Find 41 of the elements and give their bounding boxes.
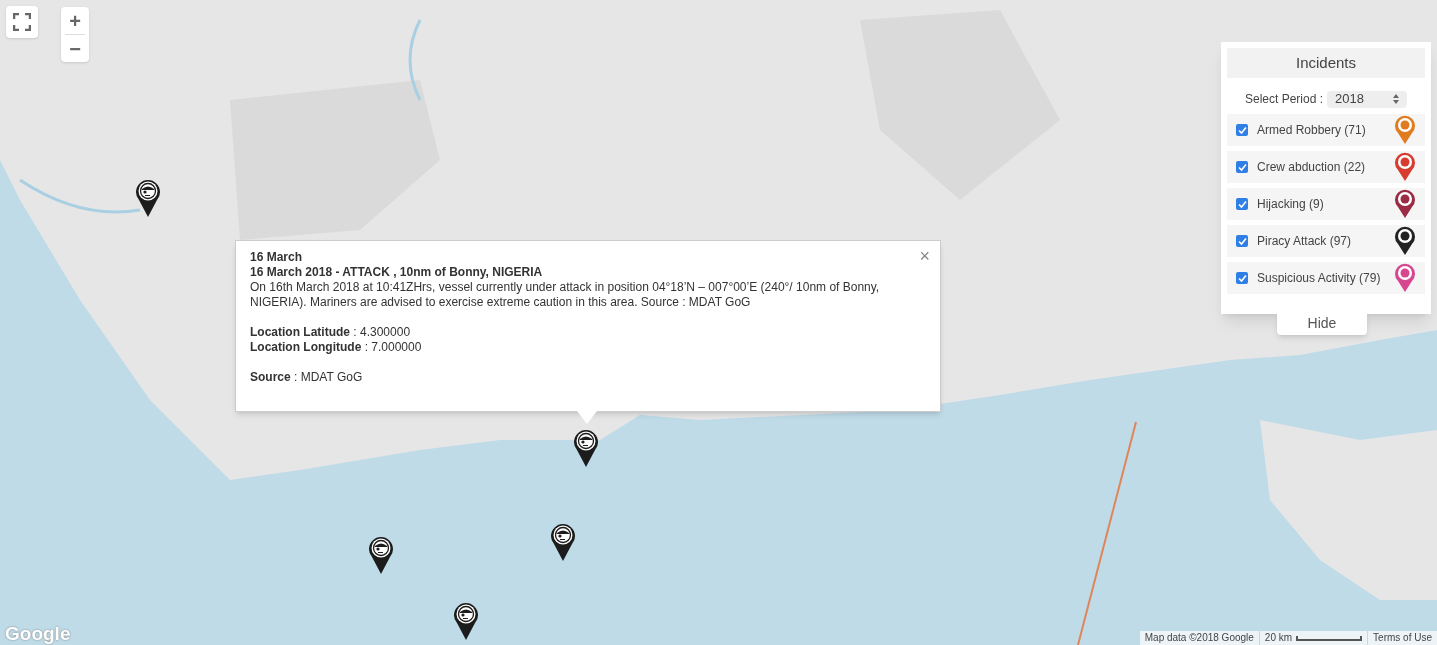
incident-type-row[interactable]: Suspicious Activity (79) <box>1227 262 1425 294</box>
checkbox[interactable] <box>1236 198 1248 210</box>
hide-button[interactable]: Hide <box>1277 312 1367 335</box>
incident-type-label: Hijacking (9) <box>1257 196 1325 213</box>
incident-type-row[interactable]: Piracy Attack (97) <box>1227 225 1425 257</box>
period-select[interactable]: 2018 <box>1327 90 1407 108</box>
zoom-out-button[interactable]: − <box>61 35 89 62</box>
fullscreen-icon <box>13 13 31 31</box>
popup-field: Location Latitude : 4.300000 <box>250 325 926 340</box>
up-down-arrows-icon <box>1393 94 1399 104</box>
incident-type-label: Crew abduction (22) <box>1257 159 1367 176</box>
map-marker-icon[interactable] <box>368 535 394 575</box>
map-marker-icon[interactable] <box>135 178 161 218</box>
popup-field: Location Longitude : 7.000000 <box>250 340 926 355</box>
period-label: Select Period : <box>1244 91 1323 108</box>
close-button[interactable]: × <box>919 247 930 265</box>
checkbox[interactable] <box>1236 272 1248 284</box>
map-data-attribution: Map data ©2018 Google <box>1139 631 1259 645</box>
map-marker-icon[interactable] <box>453 601 479 641</box>
incident-type-label: Armed Robbery (71) <box>1257 122 1367 139</box>
checkbox[interactable] <box>1236 161 1248 173</box>
incident-type-row[interactable]: Hijacking (9) <box>1227 188 1425 220</box>
panel-title: Incidents <box>1227 48 1425 78</box>
popup-heading: 16 March 2018 - ATTACK , 10nm of Bonny, NIGERIA <box>250 265 544 280</box>
popup-title: 16 March <box>250 250 303 265</box>
incident-type-label: Piracy Attack (97) <box>1257 233 1353 250</box>
fullscreen-button[interactable] <box>6 6 38 38</box>
popup-source: Source : MDAT GoG <box>250 370 364 385</box>
checkbox[interactable] <box>1236 124 1248 136</box>
map-marker-icon[interactable] <box>550 522 576 562</box>
period-value: 2018 <box>1335 90 1364 109</box>
google-logo: Google <box>5 622 71 645</box>
terms-link[interactable]: Terms of Use <box>1368 631 1437 645</box>
checkbox[interactable] <box>1236 235 1248 247</box>
zoom-in-button[interactable]: + <box>61 7 89 34</box>
map-marker-icon[interactable] <box>573 428 599 468</box>
incident-type-row[interactable]: Armed Robbery (71) <box>1227 114 1425 146</box>
incident-type-row[interactable]: Crew abduction (22) <box>1227 151 1425 183</box>
incident-type-label: Suspicious Activity (79) <box>1257 270 1382 287</box>
popup-description: On 16th March 2018 at 10:41ZHrs, vessel currently under attack in position 04°18’N – 007°00’E (240°/ 10nm of Bonny, NIGERIA). Mariners are advised to exercise extreme caution in this area. Source : MDAT GoG <box>250 280 881 310</box>
scale-bar: 20 km <box>1259 631 1368 645</box>
